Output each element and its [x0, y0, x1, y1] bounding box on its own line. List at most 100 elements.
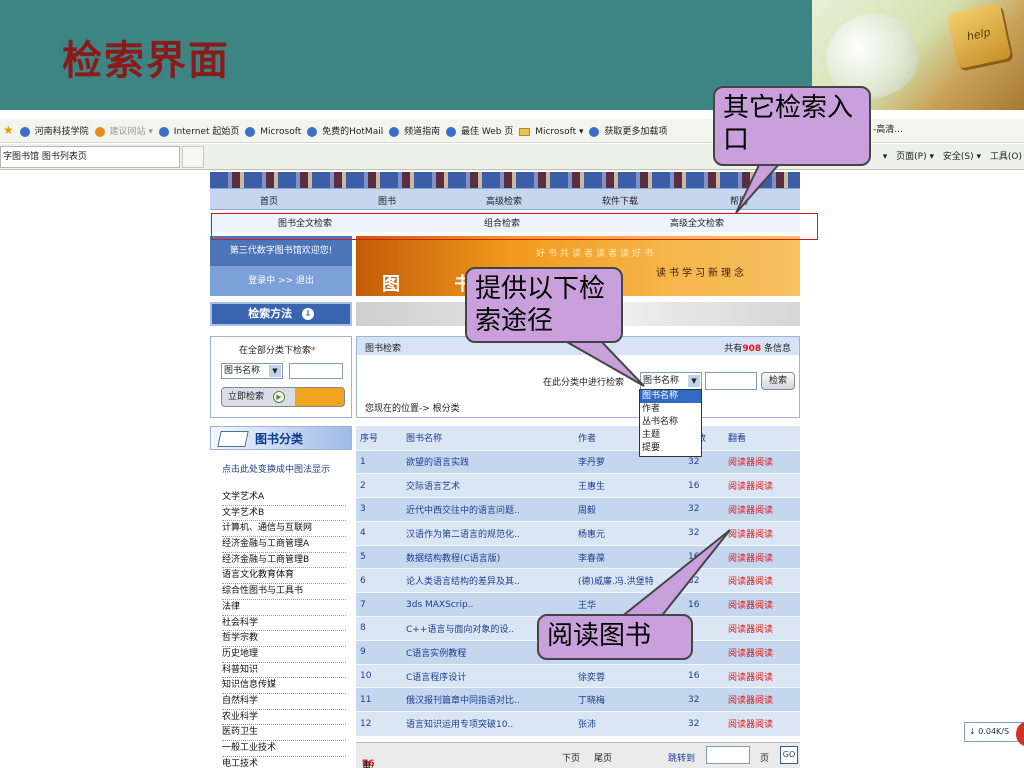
category-item[interactable]: 文学艺术A: [222, 490, 346, 506]
tools-menu[interactable]: 工具(O): [990, 152, 1022, 162]
nav-books[interactable]: 图书: [378, 194, 396, 207]
ie-icon: [94, 126, 105, 137]
cell-read[interactable]: 阅读器阅读: [724, 544, 800, 569]
category-toggle-link[interactable]: 点击此处变换成中图法显示: [222, 462, 330, 475]
cell-index: 4: [356, 520, 402, 546]
cell-read[interactable]: 阅读器阅读: [724, 520, 800, 546]
cell-title[interactable]: 近代中西交往中的语言问题..: [402, 497, 574, 522]
search-now-button[interactable]: 立即检索 ▶: [221, 387, 345, 407]
category-item[interactable]: 自然科学: [222, 694, 346, 710]
result-count: 共有908 条信息: [724, 344, 791, 354]
cell-title[interactable]: 3ds MAXScrip..: [402, 592, 574, 617]
category-item[interactable]: 计算机、通信与互联网: [222, 521, 346, 538]
cell-pages: 32: [684, 568, 724, 593]
fav-item[interactable]: 最佳 Web 页: [445, 121, 513, 142]
category-item[interactable]: 经济金融与工商管理B: [222, 553, 346, 569]
cell-read[interactable]: 阅读器阅读: [724, 473, 800, 498]
fav-item[interactable]: 获取更多加载项: [589, 121, 667, 142]
nav-home[interactable]: 首页: [260, 194, 278, 207]
category-item[interactable]: 哲学宗教: [222, 631, 346, 647]
cell-author: 徐奕蓉: [574, 663, 684, 688]
category-item[interactable]: 知识信息传媒: [222, 678, 346, 694]
jump-label: 跳转到: [668, 754, 696, 764]
cell-read[interactable]: 阅读器阅读: [724, 687, 800, 712]
keyword-input[interactable]: [289, 363, 343, 379]
cell-pages: 32: [684, 520, 724, 546]
category-item[interactable]: 法律: [222, 600, 346, 616]
fav-item[interactable]: 免费的HotMail: [307, 121, 383, 142]
dropdown-option-abstract[interactable]: 提要: [640, 442, 701, 455]
fav-item[interactable]: Internet 起始页: [158, 121, 239, 142]
ie-icon: [158, 126, 169, 137]
fav-item[interactable]: 频道指南: [389, 121, 440, 142]
safety-menu[interactable]: 安全(S) ▾: [943, 152, 981, 162]
next-page-link[interactable]: 下页: [562, 751, 580, 764]
login-status[interactable]: 登录中 >> 退出: [210, 266, 352, 296]
go-button[interactable]: GO: [780, 746, 798, 764]
table-row: 2 交际语言艺术 王惠生 16 阅读器阅读: [356, 473, 800, 498]
search-button[interactable]: 检索: [761, 372, 795, 390]
dropdown-option-title[interactable]: 图书名称: [640, 390, 701, 403]
cell-title[interactable]: 欲望的语言实践: [402, 449, 574, 474]
last-page-link[interactable]: 尾页: [594, 751, 612, 764]
cell-read[interactable]: 阅读器阅读: [724, 449, 800, 474]
cell-index: 11: [356, 687, 402, 712]
cell-title[interactable]: 交际语言艺术: [402, 473, 574, 498]
cell-read[interactable]: 阅读器阅读: [724, 616, 800, 641]
cell-read[interactable]: 阅读器阅读: [724, 592, 800, 617]
category-item[interactable]: 文学艺术B: [222, 506, 346, 522]
cell-read[interactable]: 阅读器阅读: [724, 639, 800, 665]
jump-page-input[interactable]: [706, 746, 750, 764]
cell-title[interactable]: 数据结构教程(C语言版): [402, 544, 574, 569]
category-item[interactable]: 医药卫生: [222, 725, 346, 741]
fav-item[interactable]: 河南科技学院: [19, 121, 89, 142]
category-item[interactable]: 一般工业技术: [222, 741, 346, 757]
dropdown-button[interactable]: ▾: [883, 152, 888, 162]
cell-title[interactable]: C语言程序设计: [402, 663, 574, 688]
cell-title[interactable]: 俄汉报刊篇章中同指语对比..: [402, 687, 574, 712]
callout-other-entry: 其它检索入口: [713, 86, 871, 166]
favorites-star-icon[interactable]: ★: [3, 119, 14, 141]
table-row: 10 C语言程序设计 徐奕蓉 16 阅读器阅读: [356, 663, 800, 688]
fav-item-tail[interactable]: -高清...: [873, 119, 903, 141]
nav-software-download[interactable]: 软件下载: [602, 194, 638, 207]
dropdown-option-series[interactable]: 丛书名称: [640, 416, 701, 429]
cell-author: 周毅: [574, 497, 684, 522]
chevron-down-icon: ▼: [269, 365, 281, 377]
cell-read[interactable]: 阅读器阅读: [724, 568, 800, 593]
cell-pages: 32: [684, 687, 724, 712]
nav-advanced-search[interactable]: 高级检索: [486, 194, 522, 207]
fav-item[interactable]: Microsoft ▾: [519, 121, 584, 142]
col-header-index: 序号: [356, 426, 402, 450]
search-keyword-input[interactable]: [705, 372, 757, 390]
category-item[interactable]: 经济金融与工商管理A: [222, 537, 346, 553]
search-method-button[interactable]: 检索方法 ⇓: [210, 302, 352, 326]
fav-item[interactable]: 建议网站 ▾: [94, 121, 153, 142]
command-bar: ▾ 页面(P) ▾ 安全(S) ▾ 工具(O): [877, 148, 1022, 166]
cell-title[interactable]: 论人类语言结构的差异及其..: [402, 568, 574, 593]
nav-help[interactable]: 帮助: [730, 194, 748, 207]
category-search-box: 在全部分类下检索* 图书名称 ▼ 立即检索 ▶: [210, 336, 352, 418]
cell-read[interactable]: 阅读器阅读: [724, 663, 800, 688]
search-field-select[interactable]: 图书名称 ▼: [640, 372, 702, 390]
category-item[interactable]: 农业科学: [222, 710, 346, 726]
cell-read[interactable]: 阅读器阅读: [724, 497, 800, 522]
dropdown-option-subject[interactable]: 主题: [640, 429, 701, 442]
cell-title[interactable]: 汉语作为第二语言的规范化..: [402, 520, 574, 546]
dropdown-option-author[interactable]: 作者: [640, 403, 701, 416]
field-select[interactable]: 图书名称 ▼: [221, 363, 283, 379]
cell-title[interactable]: 语言知识运用专项突破10..: [402, 711, 574, 736]
category-item[interactable]: 电工技术: [222, 757, 346, 768]
cell-read[interactable]: 阅读器阅读: [724, 711, 800, 736]
new-tab-button[interactable]: [182, 146, 204, 168]
tab-active[interactable]: 字图书馆 图书列表页: [0, 146, 180, 168]
fav-item[interactable]: Microsoft: [245, 121, 301, 142]
page-menu[interactable]: 页面(P) ▾: [896, 152, 934, 162]
category-item[interactable]: 历史地理: [222, 647, 346, 663]
cell-index: 7: [356, 592, 402, 617]
category-item[interactable]: 科普知识: [222, 663, 346, 679]
category-item[interactable]: 语言文化教育体育: [222, 568, 346, 585]
highlight-box: [211, 213, 818, 240]
category-item[interactable]: 社会科学: [222, 616, 346, 632]
category-item[interactable]: 综合性图书与工具书: [222, 584, 346, 600]
